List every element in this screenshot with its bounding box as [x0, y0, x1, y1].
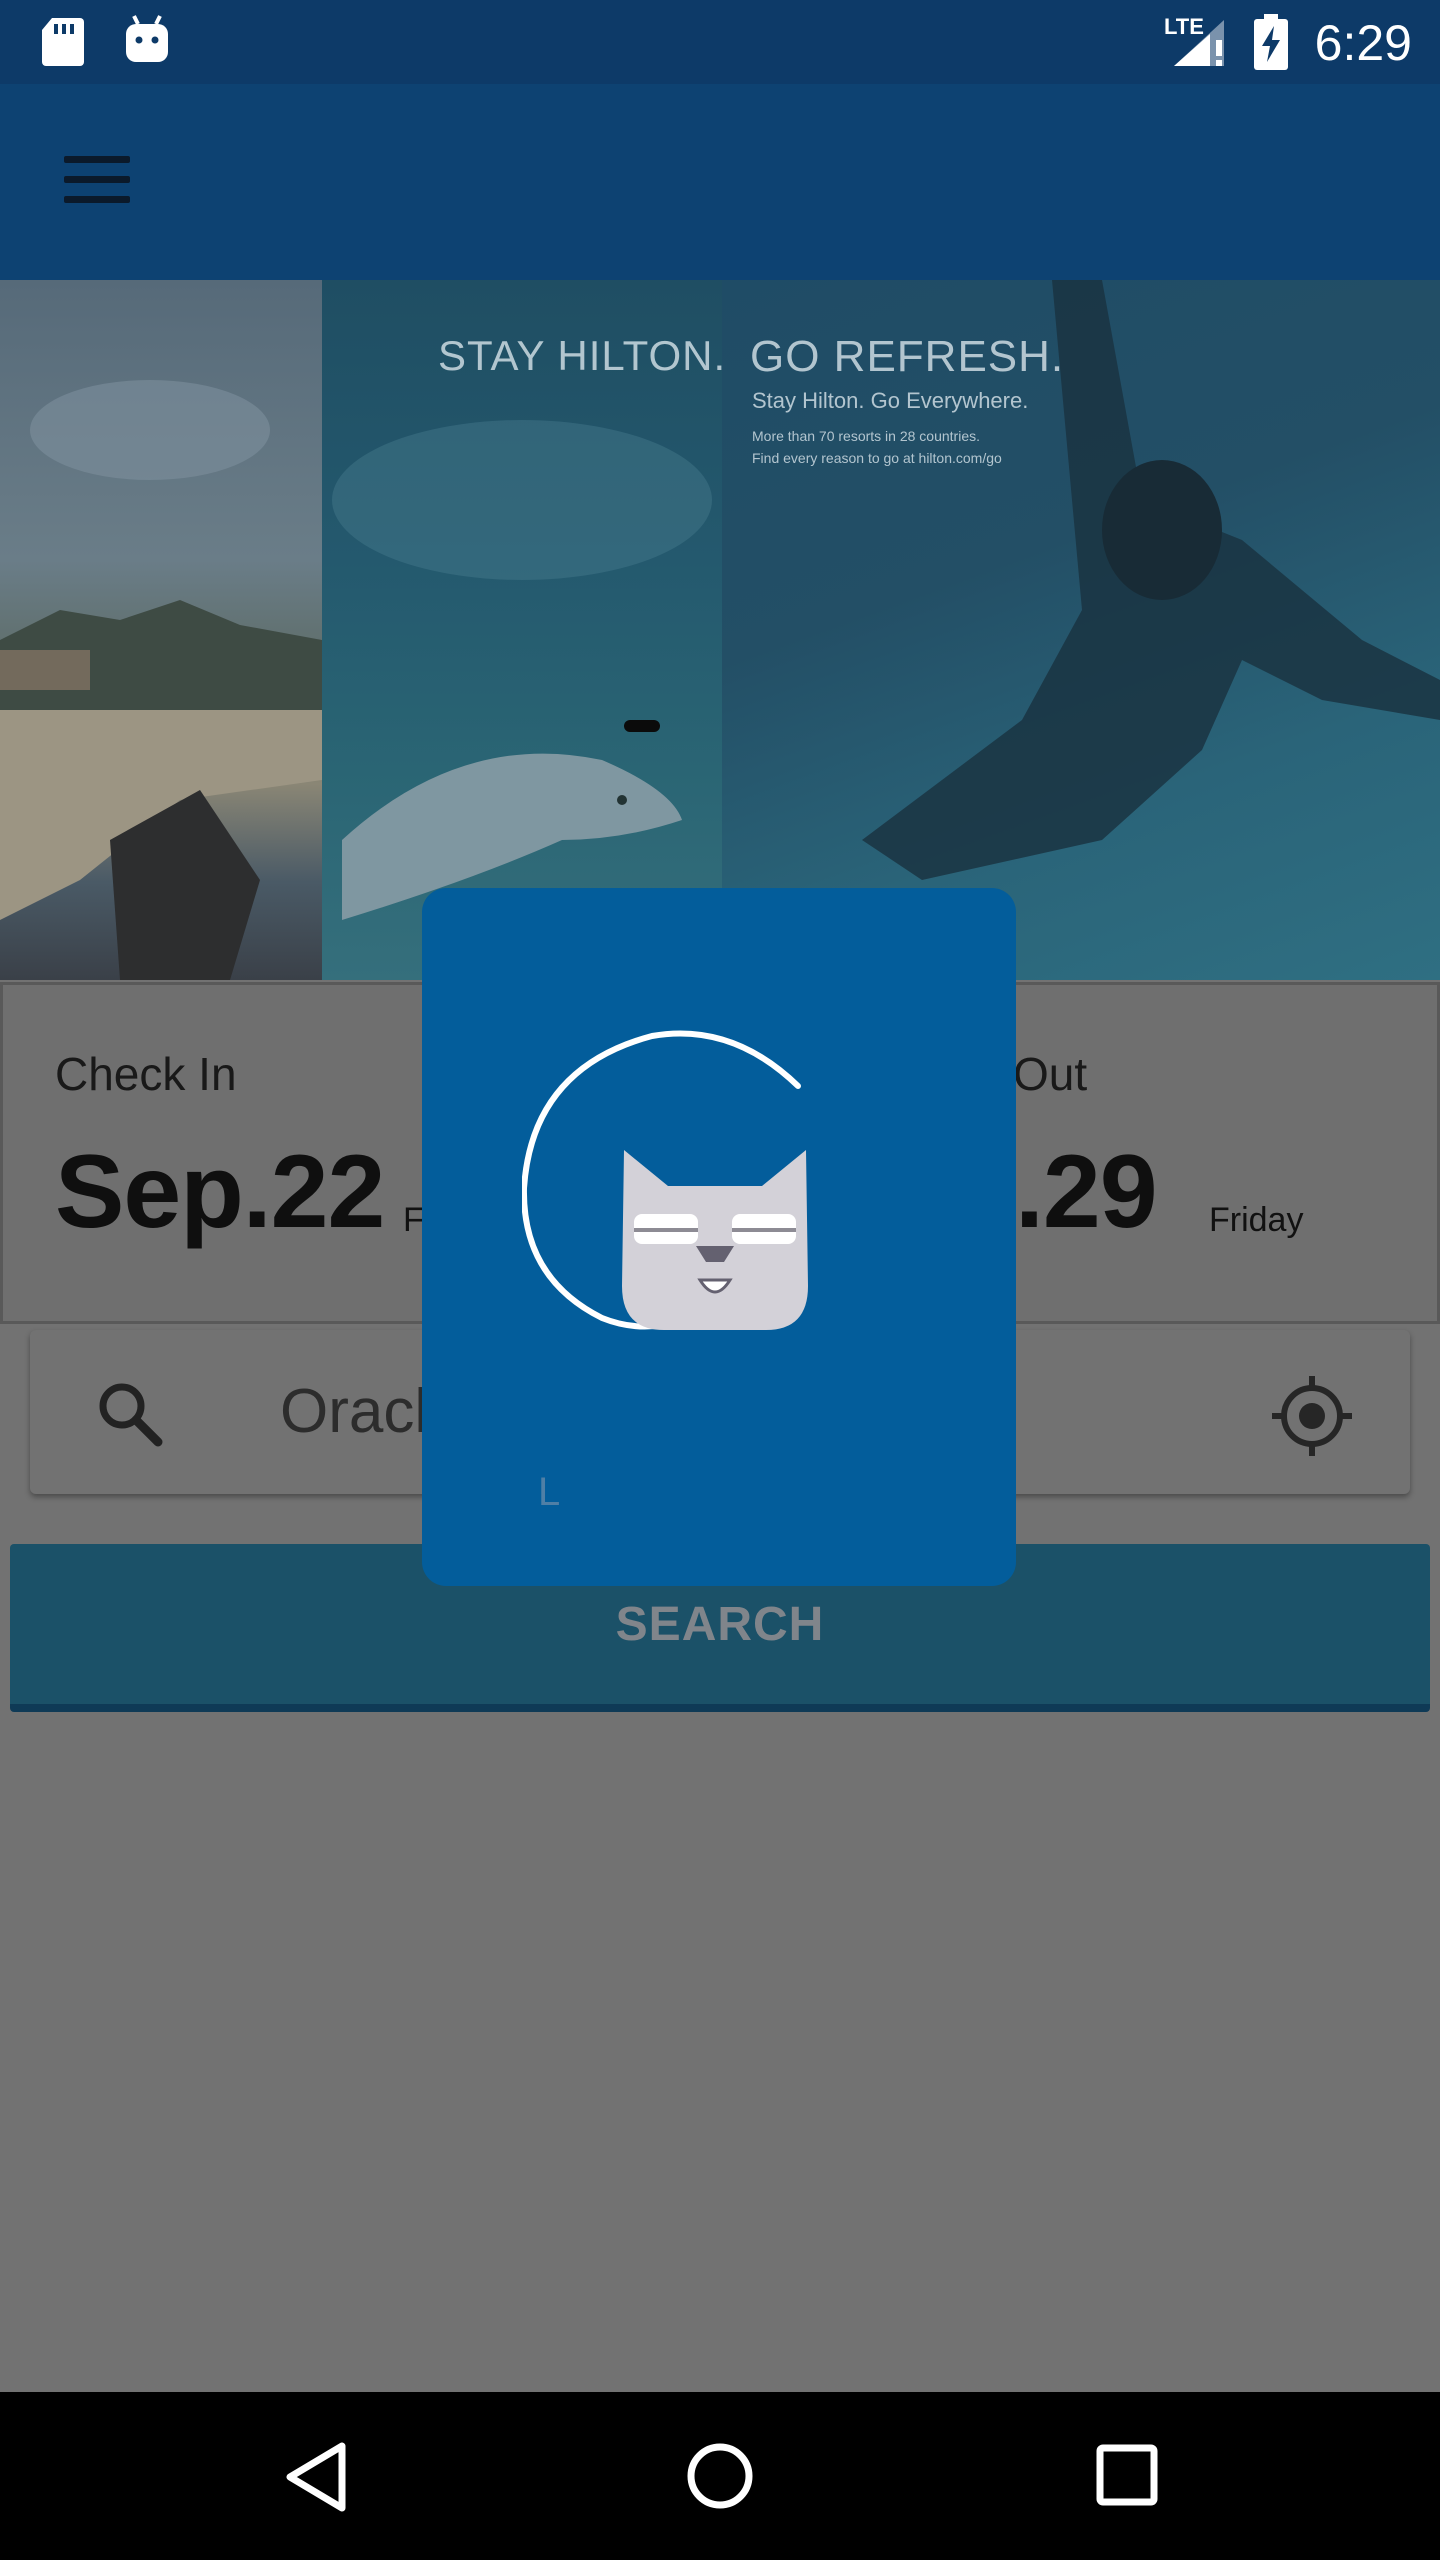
navigation-bar	[0, 2392, 1440, 2560]
home-icon[interactable]	[686, 2442, 754, 2510]
check-in-label: Check In	[55, 1048, 237, 1100]
hero-tagline: Stay Hilton. Go Everywhere.	[752, 388, 1029, 413]
status-bar: LTE 6:29	[0, 0, 1440, 84]
search-input-value: Oracl	[280, 1377, 429, 1446]
back-icon[interactable]	[284, 2442, 348, 2512]
search-icon	[99, 1383, 163, 1447]
status-time: 6:29	[1314, 15, 1412, 71]
toolbar	[0, 84, 1440, 280]
signal-icon	[1174, 20, 1224, 66]
hero-banner[interactable]: STAY HILTON. GO REFRESH. Stay Hilton. Go…	[0, 280, 1440, 980]
hero-small-line-1: More than 70 resorts in 28 countries.	[752, 428, 981, 444]
check-in-day: F	[403, 1201, 424, 1239]
swimmer-photo	[722, 280, 1440, 980]
android-icon	[126, 15, 168, 62]
loading-text: L	[538, 1470, 561, 1514]
sd-card-icon	[42, 18, 84, 66]
battery-charging-icon	[1254, 14, 1288, 70]
carousel-indicator[interactable]	[624, 720, 660, 732]
check-out-label: Out	[1013, 1048, 1088, 1100]
recents-icon[interactable]	[1096, 2444, 1158, 2506]
hero-small-line-2: Find every reason to go at hilton.com/go	[752, 450, 1002, 466]
hero-stay-text: STAY HILTON.	[438, 332, 727, 379]
hamburger-menu-icon[interactable]	[50, 140, 146, 220]
loading-dialog: L	[422, 888, 1016, 1586]
my-location-icon[interactable]	[1270, 1374, 1354, 1458]
dolphin-photo	[322, 280, 722, 980]
coast-photo	[0, 280, 322, 980]
hero-go-text: GO REFRESH.	[750, 332, 1065, 381]
check-in-date[interactable]: Sep.22	[55, 1133, 385, 1252]
check-out-day: Friday	[1209, 1201, 1304, 1239]
check-out-date[interactable]: .29	[1015, 1133, 1158, 1252]
cat-mascot-icon	[622, 1150, 808, 1330]
